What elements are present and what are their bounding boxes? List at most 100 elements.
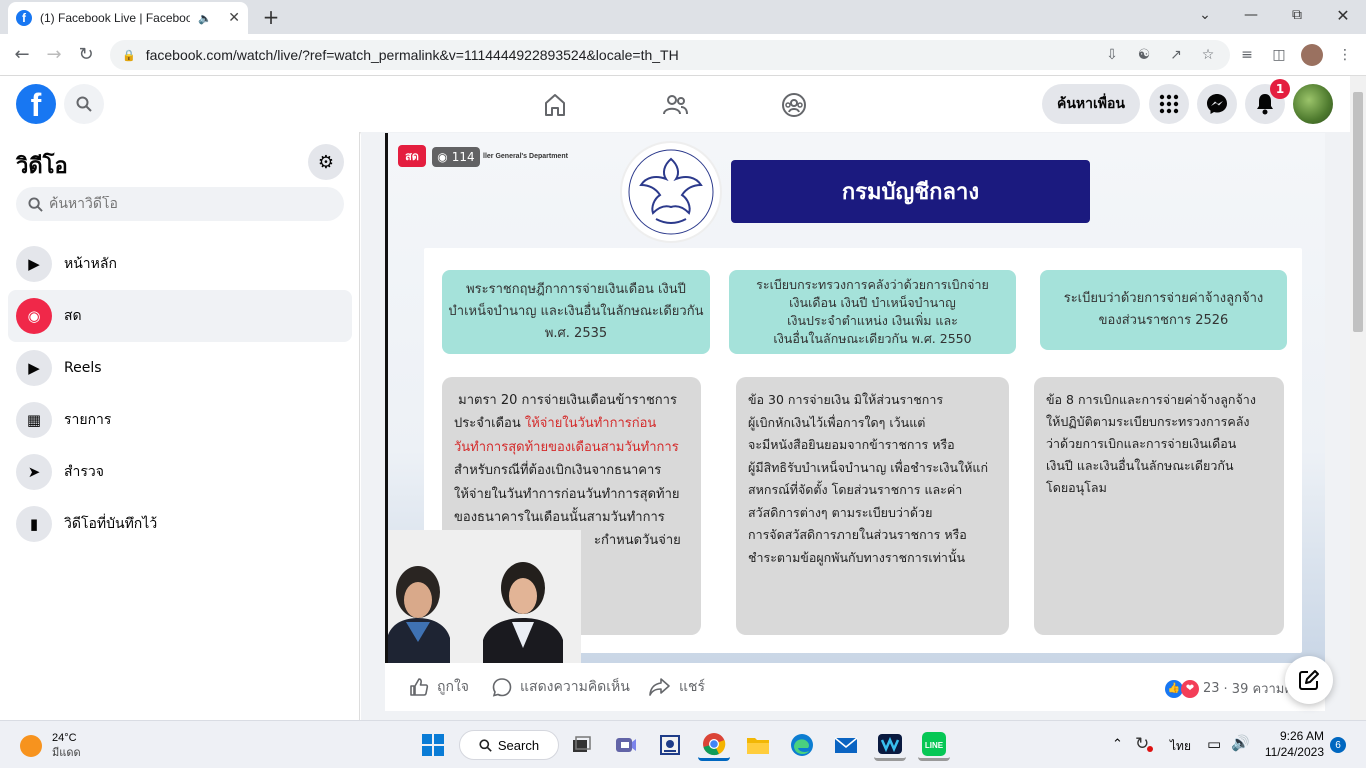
video-search-input[interactable]: [49, 196, 309, 212]
text-line: สหกรณ์ที่จัดตั้ง โดยส่วนราชการ และค่า: [748, 482, 963, 497]
line-app-icon[interactable]: LINE: [918, 729, 950, 761]
law-box-1: พระราชกฤษฎีกาการจ่ายเงินเดือน เงินปี บำเห…: [442, 270, 710, 354]
text-line: พ.ศ. 2535: [544, 326, 608, 342]
forward-button[interactable]: →: [42, 42, 66, 66]
friends-nav[interactable]: [655, 88, 695, 122]
like-label: ถูกใจ: [437, 679, 469, 695]
lock-icon[interactable]: 🔒: [122, 49, 136, 62]
display-icon[interactable]: ▭: [1207, 735, 1221, 753]
back-button[interactable]: ←: [10, 42, 34, 66]
omnibox[interactable]: 🔒 facebook.com/watch/live/?ref=watch_per…: [110, 40, 1230, 70]
account-avatar[interactable]: [1293, 84, 1333, 124]
teams-chat-icon[interactable]: [610, 729, 642, 761]
text-line: ประจำเดือน: [454, 416, 525, 432]
input-language[interactable]: ไทย: [1170, 737, 1191, 756]
find-friends-button[interactable]: ค้นหาเพื่อน: [1042, 84, 1140, 124]
scrollbar-thumb[interactable]: [1353, 92, 1363, 332]
restore-button[interactable]: ⧉: [1274, 0, 1320, 30]
sidebar-item-live[interactable]: ◉ สด: [8, 290, 352, 342]
windows-logo-icon: [422, 734, 444, 756]
comment-label: แสดงความคิดเห็น: [520, 679, 630, 695]
sidebar-item-home[interactable]: ▶ หน้าหลัก: [8, 238, 352, 290]
comment-button[interactable]: แสดงความคิดเห็น: [492, 676, 630, 698]
browser-tab[interactable]: f (1) Facebook Live | Facebook 🔈 ✕: [8, 2, 248, 34]
messenger-icon: [1207, 94, 1227, 114]
sidebar-item-label: วิดีโอที่บันทึกไว้: [64, 516, 158, 532]
share-icon: [649, 678, 670, 696]
text-line: เงินเดือน เงินปี บำเหน็จบำนาญ: [789, 294, 956, 310]
system-clock[interactable]: 9:26 AM 11/24/2023: [1262, 729, 1324, 760]
reload-button[interactable]: ↻: [74, 42, 98, 66]
webex-icon[interactable]: [874, 729, 906, 761]
side-panel-icon[interactable]: ◫: [1270, 46, 1288, 64]
taskbar-search[interactable]: Search: [459, 730, 559, 760]
sidebar-item-reels[interactable]: ▶ Reels: [8, 342, 352, 394]
taskbar-search-label: Search: [497, 737, 540, 753]
groups-nav[interactable]: [774, 88, 814, 122]
reaction-count: 23: [1203, 681, 1220, 696]
live-video-player[interactable]: ller General's Department กรมบัญชีกลาง ส…: [385, 133, 1325, 663]
messenger-button[interactable]: [1197, 84, 1237, 124]
svg-text:LINE: LINE: [925, 741, 944, 750]
law-box-3: ระเบียบว่าด้วยการจ่ายค่าจ้างลูกจ้าง ของส่…: [1040, 270, 1287, 350]
file-explorer-icon[interactable]: [742, 729, 774, 761]
sidebar-item-saved[interactable]: ▮ วิดีโอที่บันทึกไว้: [8, 498, 352, 550]
install-icon[interactable]: ⇩: [1103, 46, 1121, 64]
like-button[interactable]: ถูกใจ: [409, 676, 469, 698]
home-nav[interactable]: [535, 88, 575, 122]
sidebar-item-shows[interactable]: ▦ รายการ: [8, 394, 352, 446]
new-message-button[interactable]: [1285, 656, 1333, 704]
notification-count-badge[interactable]: 6: [1330, 737, 1346, 753]
close-tab-icon[interactable]: ✕: [228, 10, 240, 26]
volume-icon[interactable]: 🔊: [1231, 734, 1250, 752]
clapper-icon: ▦: [16, 402, 52, 438]
text-line: ให้จ่ายในวันทำการก่อนวันทำการสุดท้าย: [454, 486, 680, 502]
menu-button[interactable]: [1149, 84, 1189, 124]
text-line: ข้อ 30 การจ่ายเงิน มิให้ส่วนราชการ: [748, 392, 944, 407]
url-text[interactable]: facebook.com/watch/live/?ref=watch_perma…: [146, 47, 679, 63]
edge-icon[interactable]: [786, 729, 818, 761]
settings-button[interactable]: ⚙: [308, 144, 344, 180]
browser-menu-icon[interactable]: ⋮: [1336, 46, 1354, 64]
speaker-icon[interactable]: 🔈: [198, 12, 212, 25]
sidebar-item-label: Reels: [64, 360, 102, 376]
tab-search-icon[interactable]: ⌄: [1182, 0, 1228, 30]
rocket-icon: ➤: [16, 454, 52, 490]
sidebar-title: วิดีโอ: [16, 154, 68, 179]
reading-list-icon[interactable]: ≡: [1238, 46, 1256, 64]
search-button[interactable]: [64, 84, 104, 124]
share-page-icon[interactable]: ↗: [1167, 46, 1185, 64]
comment-icon: [492, 678, 512, 697]
text-line: จะมีหนังสือยินยอมจากข้าราชการ หรือ: [748, 437, 955, 452]
minimize-button[interactable]: —: [1228, 0, 1274, 30]
sidebar-item-label: สำรวจ: [64, 464, 104, 480]
text-line: สวัสดิการต่างๆ ตามระเบียบว่าด้วย: [748, 504, 933, 520]
reaction-summary[interactable]: 👍 ❤ 23 · 39 ความคิด: [1165, 678, 1302, 699]
text-line: ข้อ 8 การเบิกและการจ่ายค่าจ้างลูกจ้าง: [1046, 392, 1256, 407]
temperature: 24°C: [52, 732, 77, 744]
garuda-seal-icon: [628, 149, 714, 235]
weather-widget[interactable]: 24°C มีแดด: [20, 731, 81, 761]
profile-avatar[interactable]: [1301, 44, 1323, 66]
weather-condition: มีแดด: [52, 746, 81, 759]
sidebar-item-explore[interactable]: ➤ สำรวจ: [8, 446, 352, 498]
text-line: มาตรา 20 การจ่ายเงินเดือนข้าราชการ: [458, 393, 677, 408]
task-view-icon[interactable]: [565, 729, 597, 761]
facebook-logo-icon[interactable]: f: [16, 84, 56, 124]
friends-icon: [663, 95, 688, 115]
start-button[interactable]: [417, 729, 449, 761]
tray-chevron-icon[interactable]: ⌃: [1112, 737, 1123, 752]
bookmark-star-icon[interactable]: ☆: [1199, 46, 1217, 64]
mail-icon[interactable]: [830, 729, 862, 761]
chrome-icon[interactable]: [698, 729, 730, 761]
text-line: เงินประจำตำแหน่ง เงินเพิ่ม และ: [787, 313, 958, 328]
video-search[interactable]: [16, 187, 344, 221]
new-tab-button[interactable]: +: [258, 4, 284, 30]
close-window-button[interactable]: ✕: [1320, 0, 1366, 30]
department-seal: [620, 141, 722, 243]
search-icon: [28, 196, 43, 212]
grid-menu-icon: [1159, 94, 1179, 114]
remote-app-icon[interactable]: [654, 729, 686, 761]
share-button[interactable]: แชร์: [649, 676, 705, 698]
translate-icon[interactable]: ☯: [1135, 46, 1153, 64]
